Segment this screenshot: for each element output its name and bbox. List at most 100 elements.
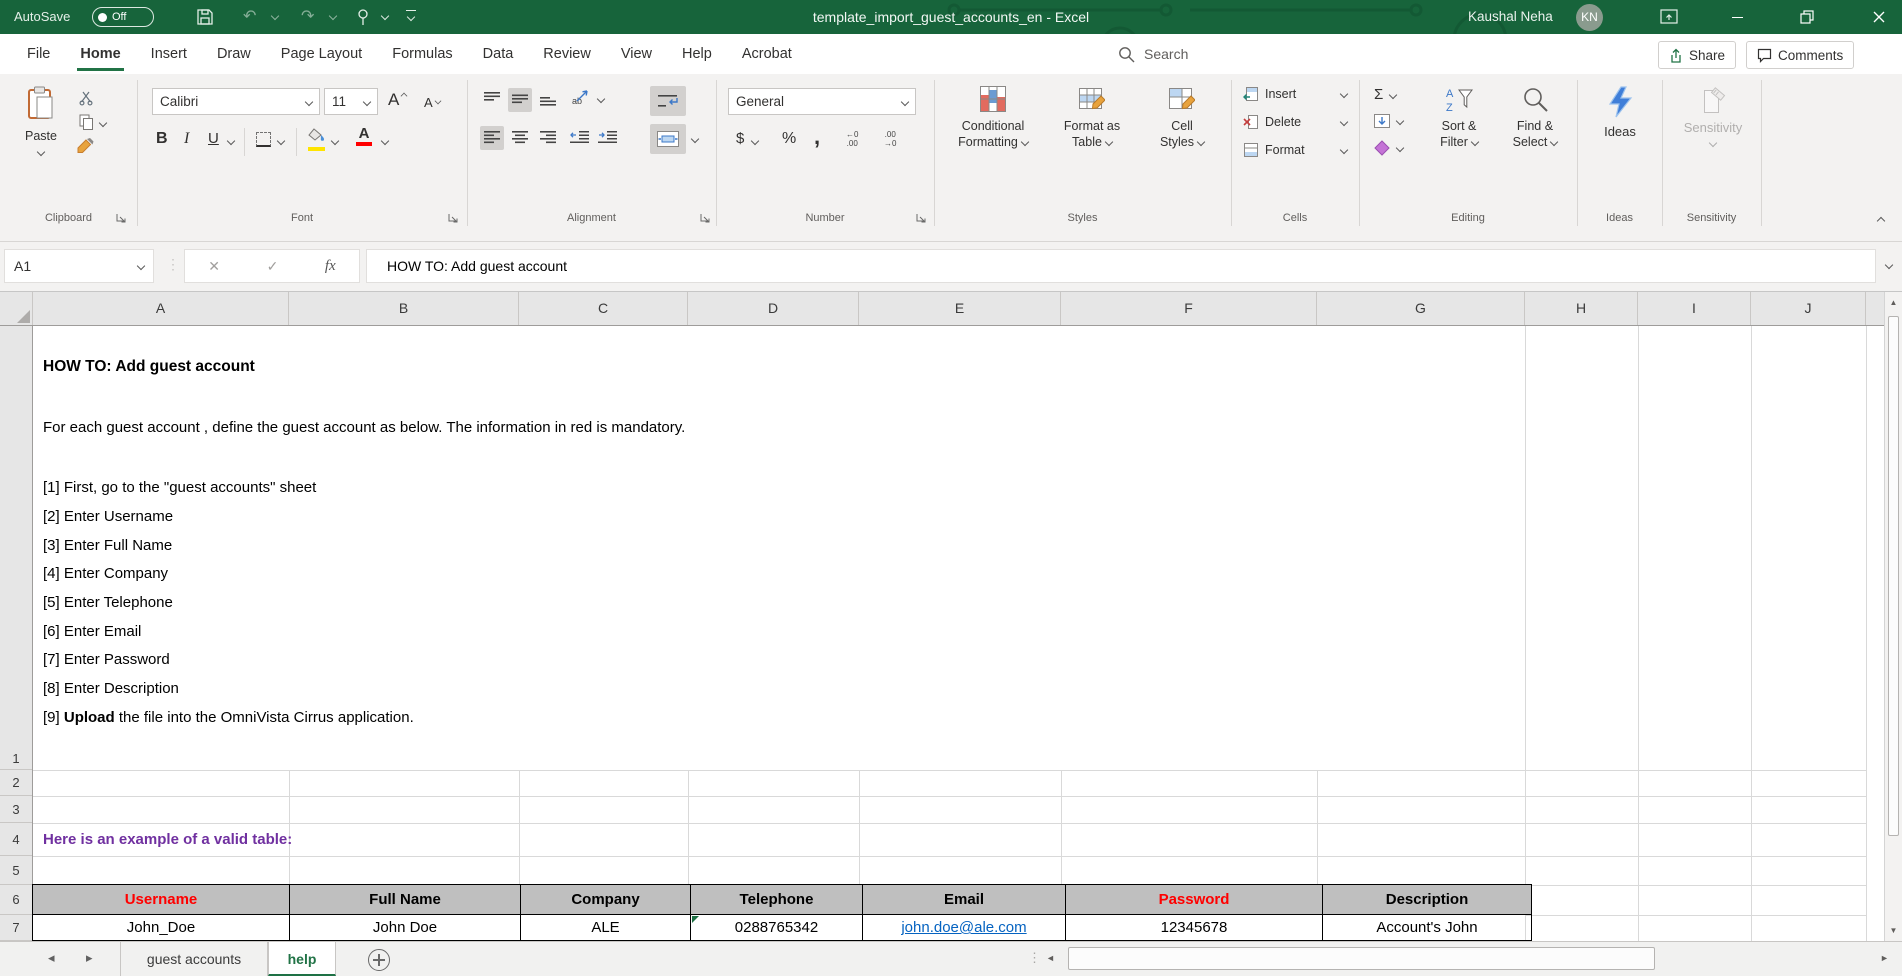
header-cell-password[interactable]: Password [1066, 885, 1323, 915]
format-cells-button[interactable]: Format [1243, 142, 1347, 158]
new-sheet-button[interactable] [368, 949, 390, 971]
tab-split-handle-icon[interactable]: ⋮ [1028, 950, 1041, 966]
tab-page-layout[interactable]: Page Layout [266, 34, 377, 74]
shrink-font-button[interactable]: A [424, 94, 433, 112]
column-header-i[interactable]: I [1638, 292, 1751, 325]
sheet-nav-right-icon[interactable]: ▸ [86, 950, 93, 966]
column-header-j[interactable]: J [1751, 292, 1866, 325]
tab-home[interactable]: Home [65, 34, 135, 74]
customize-qat-icon[interactable] [406, 10, 416, 11]
cut-icon[interactable] [78, 90, 94, 106]
row-header-5[interactable]: 5 [0, 856, 32, 885]
header-cell-full-name[interactable]: Full Name [290, 885, 521, 915]
align-left-button[interactable] [480, 126, 504, 150]
row-header-7[interactable]: 7 [0, 915, 32, 941]
align-bottom-button[interactable] [536, 88, 560, 112]
cell-telephone-value[interactable]: 0288765342 [691, 915, 863, 941]
borders-dropdown-icon[interactable] [277, 137, 285, 145]
increase-indent-button[interactable] [598, 130, 618, 150]
italic-button[interactable]: I [184, 130, 189, 148]
cell-company-value[interactable]: ALE [521, 915, 691, 941]
font-dialog-launcher-icon[interactable] [448, 213, 459, 224]
column-header-b[interactable]: B [289, 292, 519, 325]
font-size-select[interactable]: 11 [324, 88, 378, 115]
align-top-button[interactable] [480, 88, 504, 112]
number-format-select[interactable]: General [728, 88, 916, 115]
tab-draw[interactable]: Draw [202, 34, 266, 74]
cell-description-value[interactable]: Account's John [1323, 915, 1532, 941]
cell-username-value[interactable]: John_Doe [33, 915, 290, 941]
tab-formulas[interactable]: Formulas [377, 34, 467, 74]
merge-center-dropdown-icon[interactable] [691, 135, 699, 143]
redo-icon[interactable]: ↷ [301, 6, 314, 26]
confirm-entry-icon[interactable]: ✓ [267, 258, 279, 275]
share-button[interactable]: Share [1658, 41, 1736, 69]
row-header-4[interactable]: 4 [0, 823, 32, 856]
undo-icon[interactable]: ↶ [243, 6, 256, 26]
column-header-g[interactable]: G [1317, 292, 1525, 325]
row-header-1[interactable]: 1 [0, 326, 32, 770]
hscroll-right-icon[interactable]: ► [1880, 953, 1889, 963]
close-button[interactable] [1868, 6, 1890, 28]
tab-view[interactable]: View [606, 34, 667, 74]
orientation-button[interactable]: ab [572, 88, 592, 111]
bold-button[interactable]: B [156, 130, 168, 148]
align-right-button[interactable] [536, 126, 560, 150]
comments-button[interactable]: Comments [1746, 41, 1854, 69]
delete-cells-button[interactable]: Delete [1243, 114, 1347, 130]
tab-insert[interactable]: Insert [136, 34, 202, 74]
grow-font-button[interactable]: A [388, 90, 399, 110]
row-header-2[interactable]: 2 [0, 770, 32, 796]
find-select-button[interactable]: Find & Select [1500, 86, 1570, 150]
insert-function-icon[interactable]: fx [325, 258, 336, 275]
tab-review[interactable]: Review [528, 34, 606, 74]
touch-mode-icon[interactable] [355, 8, 371, 26]
vertical-scrollbar[interactable]: ▲ ▼ [1884, 292, 1902, 941]
ideas-button[interactable]: Ideas [1590, 86, 1650, 139]
cell-full-name-value[interactable]: John Doe [290, 915, 521, 941]
sheet-tab-help[interactable]: help [268, 942, 336, 976]
save-icon[interactable] [196, 8, 214, 26]
underline-button[interactable]: U [208, 130, 219, 147]
font-color-dropdown-icon[interactable] [381, 137, 389, 145]
font-color-button[interactable]: A [356, 126, 372, 146]
insert-cells-button[interactable]: Insert [1243, 86, 1347, 102]
paste-button[interactable]: Paste [14, 86, 68, 155]
redo-dropdown-icon[interactable] [329, 12, 337, 20]
spreadsheet-grid[interactable]: 1 2 3 4 5 6 7 HOW TO: Add guest account … [0, 326, 1884, 941]
orientation-dropdown-icon[interactable] [597, 95, 605, 103]
vertical-scroll-thumb[interactable] [1888, 316, 1899, 836]
autosum-button[interactable]: Σ [1374, 86, 1396, 103]
percent-button[interactable]: % [782, 130, 796, 148]
sheet-nav-left-icon[interactable]: ◂ [48, 950, 55, 966]
header-cell-description[interactable]: Description [1323, 885, 1532, 915]
fill-button[interactable] [1374, 114, 1403, 128]
user-name[interactable]: Kaushal Neha [1468, 9, 1553, 24]
column-header-d[interactable]: D [688, 292, 859, 325]
conditional-formatting-button[interactable]: Conditional Formatting [946, 86, 1040, 150]
decrease-decimal-button[interactable]: .00 →0 [884, 130, 896, 148]
touch-mode-dropdown-icon[interactable] [381, 12, 389, 20]
column-header-h[interactable]: H [1525, 292, 1638, 325]
collapse-ribbon-icon[interactable] [1877, 217, 1885, 225]
cell-password-value[interactable]: 12345678 [1066, 915, 1323, 941]
header-cell-company[interactable]: Company [521, 885, 691, 915]
scroll-up-icon[interactable]: ▲ [1885, 298, 1902, 307]
fill-color-dropdown-icon[interactable] [331, 137, 339, 145]
increase-decimal-button[interactable]: ←0 .00 [846, 130, 858, 148]
cell-styles-button[interactable]: Cell Styles [1142, 86, 1222, 150]
email-link[interactable]: john.doe@ale.com [901, 919, 1026, 936]
avatar[interactable]: KN [1576, 4, 1603, 31]
formula-input[interactable]: HOW TO: Add guest account [366, 249, 1876, 283]
currency-dropdown-icon[interactable] [751, 137, 759, 145]
column-header-e[interactable]: E [859, 292, 1061, 325]
select-all-button[interactable] [0, 292, 33, 325]
customize-qat-chevron-icon[interactable] [407, 13, 415, 21]
column-header-f[interactable]: F [1061, 292, 1317, 325]
wrap-text-button[interactable] [650, 86, 686, 116]
format-painter-icon[interactable] [77, 138, 95, 155]
search-control[interactable]: Search [1118, 34, 1188, 74]
sort-filter-button[interactable]: A Z Sort & Filter [1424, 86, 1494, 150]
merge-center-button[interactable] [650, 124, 686, 154]
cell-email-value[interactable]: john.doe@ale.com [863, 915, 1066, 941]
